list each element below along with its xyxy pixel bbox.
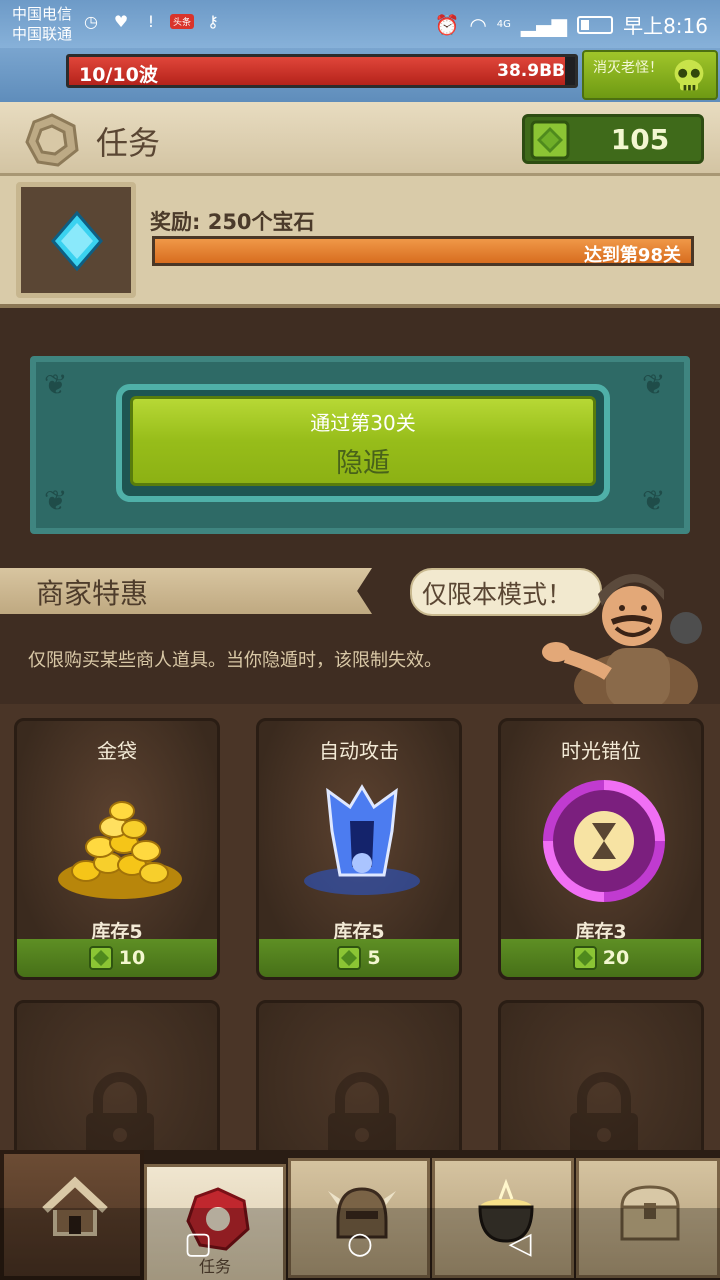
- gold-coins-icon: [58, 801, 182, 899]
- news-badge: 头条: [170, 13, 195, 29]
- auto-attack-icon: [304, 784, 420, 895]
- shop-item-time-warp[interactable]: 时光错位 库存3 20: [498, 718, 704, 980]
- hide-button[interactable]: 通过第30关 隐遁: [130, 396, 596, 486]
- shop-item-price: 5: [367, 947, 381, 969]
- buy-button[interactable]: 10: [17, 939, 217, 977]
- wifi-icon: ◠: [469, 12, 487, 37]
- clock-icon: ◷: [84, 11, 98, 31]
- shop-item-price: 10: [118, 947, 146, 969]
- system-nav-bar: ▢ ○ ◁: [0, 1208, 720, 1280]
- gem-icon: [572, 946, 597, 970]
- key-icon: ⚷: [207, 11, 219, 31]
- shop-item-name: 自动攻击: [319, 739, 399, 763]
- diamond-icon: [51, 211, 103, 271]
- wave-counter: 10/10波: [79, 64, 158, 86]
- reward-label: 奖励: 250个宝石: [150, 210, 315, 234]
- carrier-1: 中国电信: [12, 5, 73, 23]
- back-icon[interactable]: ◁: [502, 1226, 538, 1262]
- hide-requirement: 通过第30关: [310, 411, 416, 435]
- kill-boss-button[interactable]: 消灭老怪！: [582, 50, 718, 100]
- kill-boss-label: 消灭老怪！: [593, 60, 663, 76]
- merchant-title: 商家特惠: [36, 577, 149, 610]
- shop-item-name: 金袋: [97, 739, 137, 763]
- corner-ornament-icon: ❦: [44, 368, 68, 401]
- shop-item-price: 20: [602, 947, 630, 969]
- quest-reward: 奖励: 250个宝石 达到第98关: [0, 176, 720, 308]
- shop-item-name: 时光错位: [561, 739, 641, 763]
- corner-ornament-icon: ❦: [44, 484, 68, 517]
- system-status: ⏰ ◠ 4G ▂▄▆ 早上8:16: [434, 10, 708, 39]
- notification-icons: ◷ ♥ ! 头条 ⚷: [80, 10, 224, 32]
- merchant-description: 仅限购买某些商人道具。当你隐遁时，该限制失效。: [28, 650, 442, 671]
- network-type: 4G: [496, 18, 511, 30]
- alarm-icon: ⏰: [434, 12, 460, 37]
- home-circle-icon[interactable]: ○: [342, 1226, 378, 1262]
- buy-button[interactable]: 5: [259, 939, 459, 977]
- gem-icon: [530, 120, 570, 160]
- skull-icon: [674, 59, 704, 91]
- merchant-banner: 商家特惠: [0, 568, 372, 614]
- buy-button[interactable]: 20: [501, 939, 701, 977]
- alert-icon: !: [147, 11, 155, 31]
- page-title: 任务: [96, 124, 161, 162]
- corner-ornament-icon: ❦: [642, 484, 666, 517]
- reward-icon-frame: [16, 182, 136, 298]
- signal-icon: ▂▄▆: [520, 12, 568, 37]
- battery-icon: [577, 15, 614, 34]
- gem-counter[interactable]: 105: [522, 114, 704, 164]
- quest-seal-icon: [25, 113, 79, 167]
- recents-icon[interactable]: ▢: [180, 1226, 216, 1262]
- carrier-info: 中国电信 中国联通: [12, 4, 72, 44]
- shop-item-gold-bag[interactable]: 金袋 库存5 10: [14, 718, 220, 980]
- shop-item-auto-attack[interactable]: 自动攻击 库存5 5: [256, 718, 462, 980]
- clock-time: 早上8:16: [623, 14, 708, 38]
- quest-header: 任务 105: [0, 102, 720, 176]
- hide-button-label: 隐遁: [336, 448, 390, 479]
- corner-ornament-icon: ❦: [642, 368, 666, 401]
- gem-count: 105: [610, 123, 670, 156]
- hide-button-frame: 通过第30关 隐遁: [116, 384, 610, 502]
- boss-hp-value: 38.9BB: [497, 61, 565, 81]
- carrier-2: 中国联通: [12, 25, 73, 43]
- heart-icon: ♥: [113, 11, 129, 31]
- reward-progress-bar: 达到第98关: [152, 236, 694, 266]
- gem-icon: [337, 946, 362, 970]
- game-hud: 10/10波 38.9BB 消灭老怪！: [0, 48, 720, 102]
- boss-health-bar: 10/10波 38.9BB: [66, 54, 578, 88]
- reward-progress-text: 达到第98关: [583, 245, 681, 266]
- merchant-character-icon: [542, 573, 702, 716]
- hide-panel: ❦ ❦ ❦ ❦ 通过第30关 隐遁: [30, 356, 690, 534]
- status-bar: 中国电信 中国联通 ◷ ♥ ! 头条 ⚷ ⏰ ◠ 4G ▂▄▆ 早上8:16: [0, 0, 720, 48]
- time-warp-icon: [543, 780, 665, 902]
- gem-icon: [88, 946, 113, 970]
